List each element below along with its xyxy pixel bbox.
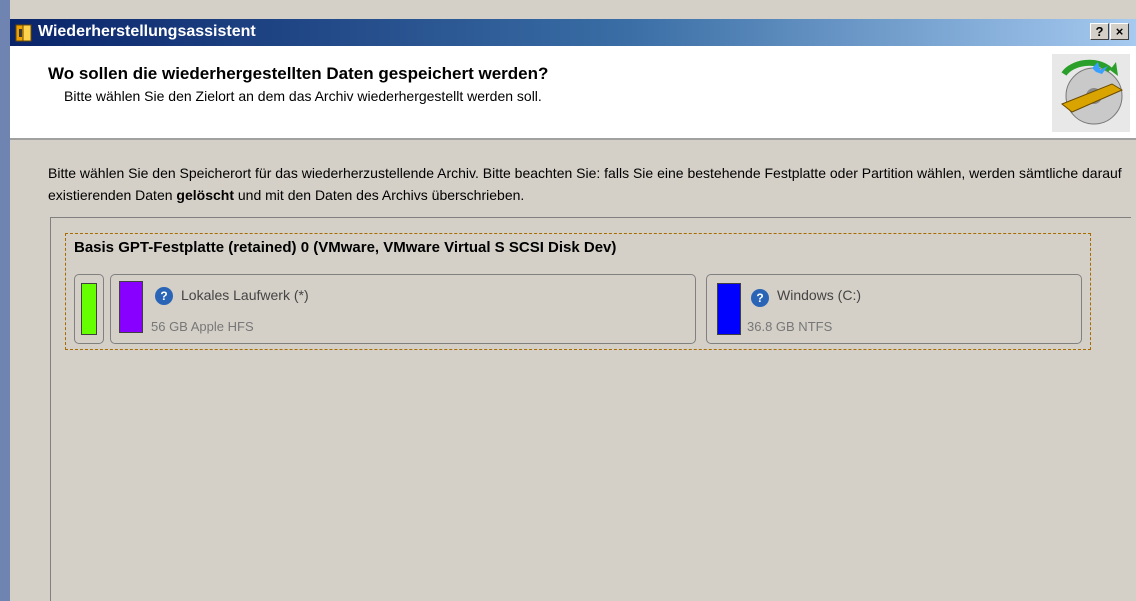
partition-color-bar [119,281,143,333]
disk-item[interactable]: Basis GPT-Festplatte (retained) 0 (VMwar… [65,233,1091,350]
close-button[interactable]: × [1110,23,1129,40]
window-title: Wiederherstellungsassistent [38,23,256,40]
partition-color-bar [81,283,97,335]
restore-app-icon [15,24,32,42]
question-icon: ? [751,289,769,307]
partition-lokales-laufwerk[interactable]: ? Lokales Laufwerk (*) 56 GB Apple HFS [110,274,696,344]
title-bar[interactable]: Wiederherstellungsassistent ? × [10,19,1136,46]
instruction-text-part2: und mit den Daten des Archivs überschrie… [234,187,525,203]
partition-name: Windows (C:) [777,287,862,303]
question-icon: ? [155,287,173,305]
instruction-text-bold: gelöscht [176,187,234,203]
wizard-header: Wo sollen die wiederhergestellten Daten … [10,46,1136,140]
instruction-text: Bitte wählen Sie den Speicherort für das… [48,162,1128,206]
disk-list-panel[interactable]: Basis GPT-Festplatte (retained) 0 (VMwar… [50,217,1131,601]
help-button[interactable]: ? [1090,23,1109,40]
partition-size: 36.8 GB NTFS [747,319,833,334]
disk-restore-wizard-icon [1052,54,1130,132]
partition-color-bar [717,283,741,335]
page-title: Wo sollen die wiederhergestellten Daten … [48,64,549,83]
partition-windows[interactable]: ? Windows (C:) 36.8 GB NTFS [706,274,1082,344]
partition-name: Lokales Laufwerk (*) [181,287,309,303]
background-left-edge [0,0,10,601]
disk-title: Basis GPT-Festplatte (retained) 0 (VMwar… [74,239,617,256]
page-subtitle: Bitte wählen Sie den Zielort an dem das … [64,88,542,104]
partition-small[interactable] [74,274,104,344]
partition-size: 56 GB Apple HFS [151,319,254,334]
wizard-window: Wiederherstellungsassistent ? × Wo solle… [10,0,1136,601]
